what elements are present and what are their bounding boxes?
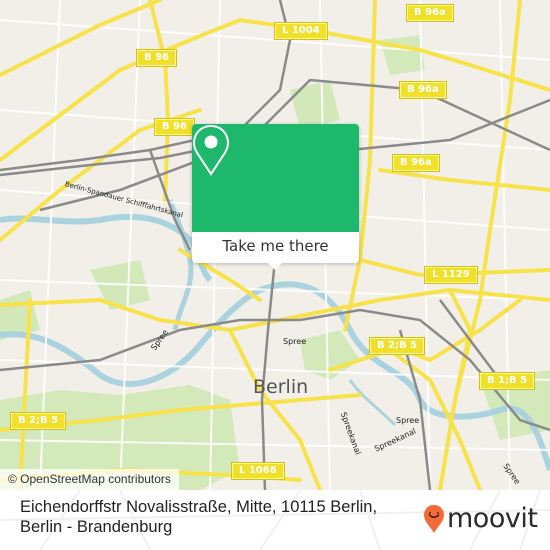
map-attribution[interactable]: © OpenStreetMap contributors [0, 469, 179, 490]
footer: Eichendorffstr Novalisstraße, Mitte, 101… [0, 490, 550, 550]
road-label-b96a: B 96a [392, 154, 440, 172]
moovit-logo[interactable]: moovit [423, 503, 538, 534]
road-label-b96: B 96 [135, 49, 178, 67]
map-pin-icon [192, 124, 230, 176]
road-label-b96a: B 96a [399, 81, 447, 99]
water-label-spree: Spree [396, 416, 420, 425]
road-label-b1b5: B 1;B 5 [478, 372, 536, 390]
take-me-there-button[interactable]: Take me there [192, 232, 359, 263]
moovit-wordmark: moovit [447, 503, 538, 534]
location-popup[interactable]: Take me there [192, 124, 359, 270]
water-label-spree: Spree [283, 337, 307, 346]
moovit-pin-icon [424, 505, 444, 533]
popup-pointer [268, 263, 282, 270]
city-label: Berlin [253, 376, 309, 398]
road-label-l1129: L 1129 [424, 266, 478, 284]
address-text: Eichendorffstr Novalisstraße, Mitte, 101… [20, 498, 378, 536]
road-label-l1066: L 1066 [231, 462, 285, 480]
road-label-b2b5: B 2;B 5 [9, 412, 67, 430]
road-label-b2b5: B 2;B 5 [368, 337, 426, 355]
road-label-l1004: L 1004 [274, 22, 328, 40]
popup-header [192, 124, 359, 232]
map-view[interactable]: L 1004 B 96a B 96 B 96 B 96a B 96a L 112… [0, 0, 550, 490]
road-label-b96: B 96 [153, 118, 196, 136]
road-label-b96a: B 96a [406, 4, 454, 22]
